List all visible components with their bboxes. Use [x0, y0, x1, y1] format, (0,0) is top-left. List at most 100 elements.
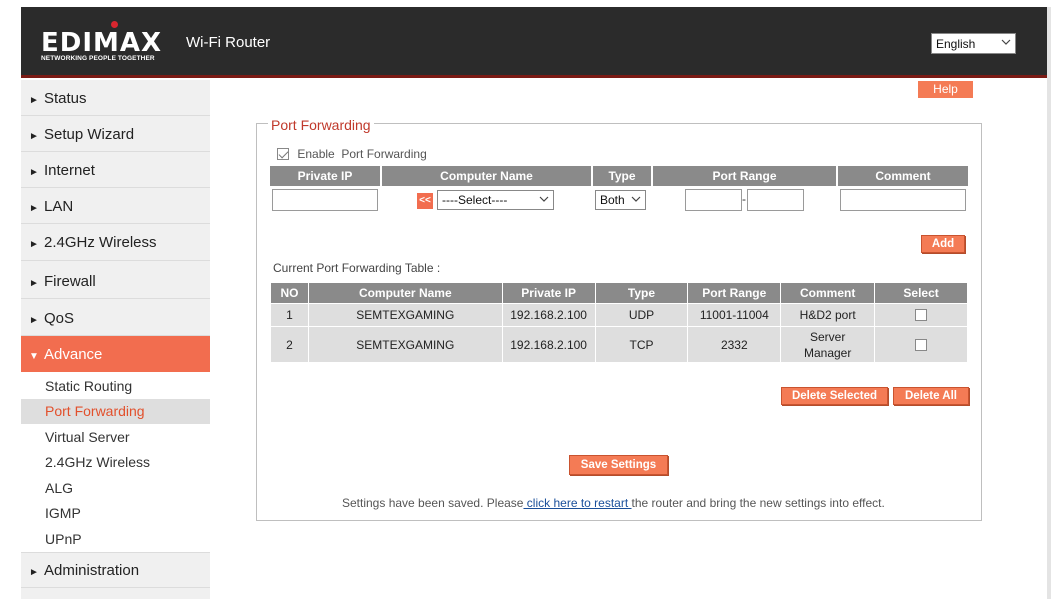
- sidebar-item-qos[interactable]: ► QoS: [21, 299, 210, 336]
- status-text: Settings have been saved. Please: [342, 496, 524, 510]
- cell-select: [874, 303, 968, 327]
- comment-input[interactable]: [840, 189, 966, 211]
- triangle-right-icon: ►: [29, 315, 39, 326]
- help-button[interactable]: Help: [918, 81, 973, 98]
- triangle-right-icon: ►: [29, 95, 39, 106]
- sidebar-item-label: Internet: [44, 162, 95, 179]
- cell-type: UDP: [594, 303, 689, 327]
- status-message: Settings have been saved. Please click h…: [342, 496, 885, 510]
- submenu-wireless[interactable]: 2.4GHz Wireless: [21, 450, 210, 475]
- cell-no: 2: [270, 326, 309, 363]
- row-select-checkbox[interactable]: [915, 309, 928, 321]
- header-computer-name: Computer Name: [382, 166, 591, 186]
- copy-ip-arrow-button[interactable]: <<: [417, 193, 433, 209]
- enable-row: Enable Port Forwarding: [277, 147, 427, 161]
- advance-submenu: Static Routing Port Forwarding Virtual S…: [21, 372, 210, 552]
- port-range-from-input[interactable]: [685, 189, 742, 211]
- triangle-right-icon: ►: [29, 239, 39, 250]
- header-bar: EDIMAX NETWORKING PEOPLE TOGETHER Wi-Fi …: [21, 7, 1047, 78]
- computer-name-select[interactable]: ----Select----: [437, 190, 554, 210]
- col-select: Select: [874, 282, 968, 304]
- submenu-virtual-server[interactable]: Virtual Server: [21, 425, 210, 450]
- computer-name-value: ----Select----: [442, 193, 508, 207]
- triangle-right-icon: ►: [29, 131, 39, 142]
- submenu-static-routing[interactable]: Static Routing: [21, 374, 210, 399]
- cell-computer-name: SEMTEXGAMING: [307, 303, 503, 327]
- submenu-alg[interactable]: ALG: [21, 476, 210, 501]
- sidebar-item-setup-wizard[interactable]: ► Setup Wizard: [21, 116, 210, 152]
- chevron-down-icon: [631, 196, 641, 202]
- col-computer-name: Computer Name: [307, 282, 503, 304]
- cell-computer-name: SEMTEXGAMING: [307, 326, 503, 363]
- app-title: Wi-Fi Router: [186, 34, 271, 51]
- sidebar-item-administration[interactable]: ► Administration: [21, 552, 210, 588]
- col-private-ip: Private IP: [501, 282, 596, 304]
- sidebar-item-internet[interactable]: ► Internet: [21, 152, 210, 188]
- header-comment: Comment: [838, 166, 968, 186]
- cell-comment: Server Manager: [780, 326, 876, 363]
- cell-no: 1: [270, 303, 309, 327]
- logo-text: EDIMAX: [41, 28, 163, 58]
- cell-comment: H&D2 port: [780, 303, 876, 327]
- cell-port-range: 11001-11004: [687, 303, 782, 327]
- sidebar: ► Status ► Setup Wizard ► Internet ► LAN ► 2.…: [21, 80, 210, 599]
- sidebar-item-label: Firewall: [44, 273, 96, 290]
- sidebar-item-wireless[interactable]: ► 2.4GHz Wireless: [21, 224, 210, 261]
- triangle-right-icon: ►: [29, 203, 39, 214]
- delete-selected-button[interactable]: Delete Selected: [781, 387, 888, 405]
- cell-type: TCP: [594, 326, 689, 363]
- type-value: Both: [600, 193, 625, 207]
- submenu-port-forwarding[interactable]: Port Forwarding: [21, 399, 210, 424]
- sidebar-item-advance[interactable]: ▼ Advance: [21, 336, 210, 372]
- chevron-down-icon: [539, 196, 549, 202]
- section-title: Port Forwarding: [268, 117, 374, 133]
- port-range-to-input[interactable]: [747, 189, 804, 211]
- triangle-right-icon: ►: [29, 278, 39, 289]
- col-no: NO: [270, 282, 309, 304]
- restart-link[interactable]: click here to restart: [523, 496, 631, 510]
- col-type: Type: [594, 282, 689, 304]
- language-select[interactable]: English: [931, 33, 1016, 54]
- cell-private-ip: 192.168.2.100: [501, 326, 596, 363]
- port-forwarding-table: NO Computer Name Private IP Type Port Ra…: [270, 282, 968, 363]
- triangle-right-icon: ►: [29, 167, 39, 178]
- private-ip-input[interactable]: [272, 189, 378, 211]
- sidebar-item-label: Administration: [44, 562, 140, 579]
- sidebar-item-label: 2.4GHz Wireless: [44, 234, 157, 251]
- sidebar-item-label: Advance: [44, 346, 103, 363]
- sidebar-item-label: QoS: [44, 310, 75, 327]
- col-comment: Comment: [780, 282, 876, 304]
- edimax-logo: EDIMAX NETWORKING PEOPLE TOGETHER: [41, 21, 172, 64]
- save-settings-button[interactable]: Save Settings: [569, 455, 668, 475]
- sidebar-item-label: Status: [44, 90, 87, 107]
- sidebar-item-label: Setup Wizard: [44, 126, 135, 143]
- header-port-range: Port Range: [653, 166, 836, 186]
- triangle-right-icon: ►: [29, 567, 39, 578]
- sidebar-item-label: LAN: [44, 198, 74, 215]
- submenu-upnp[interactable]: UPnP: [21, 527, 210, 552]
- enable-port-forwarding-checkbox[interactable]: [277, 148, 289, 160]
- add-button[interactable]: Add: [921, 235, 965, 253]
- sidebar-item-lan[interactable]: ► LAN: [21, 188, 210, 224]
- logo-tagline: NETWORKING PEOPLE TOGETHER: [41, 55, 155, 62]
- language-value: English: [936, 37, 976, 51]
- triangle-down-icon: ▼: [29, 351, 39, 362]
- header-private-ip: Private IP: [270, 166, 380, 186]
- header-type: Type: [593, 166, 651, 186]
- sidebar-item-status[interactable]: ► Status: [21, 80, 210, 116]
- table-row: 1 SEMTEXGAMING 192.168.2.100 UDP 11001-1…: [270, 303, 968, 327]
- port-range-separator: -: [742, 192, 746, 206]
- row-select-checkbox[interactable]: [915, 338, 928, 351]
- col-port-range: Port Range: [687, 282, 782, 304]
- enable-label: Enable Port Forwarding: [297, 147, 427, 161]
- submenu-igmp[interactable]: IGMP: [21, 501, 210, 526]
- page-scrollbar[interactable]: [1047, 7, 1051, 599]
- type-select[interactable]: Both: [595, 190, 646, 210]
- table-row: 2 SEMTEXGAMING 192.168.2.100 TCP 2332 Se…: [270, 326, 968, 363]
- delete-all-button[interactable]: Delete All: [893, 387, 969, 405]
- sidebar-item-firewall[interactable]: ► Firewall: [21, 261, 210, 299]
- cell-private-ip: 192.168.2.100: [501, 303, 596, 327]
- cell-port-range: 2332: [687, 326, 782, 363]
- status-text-after: the router and bring the new settings in…: [631, 496, 885, 510]
- logo-dot-icon: [111, 21, 118, 28]
